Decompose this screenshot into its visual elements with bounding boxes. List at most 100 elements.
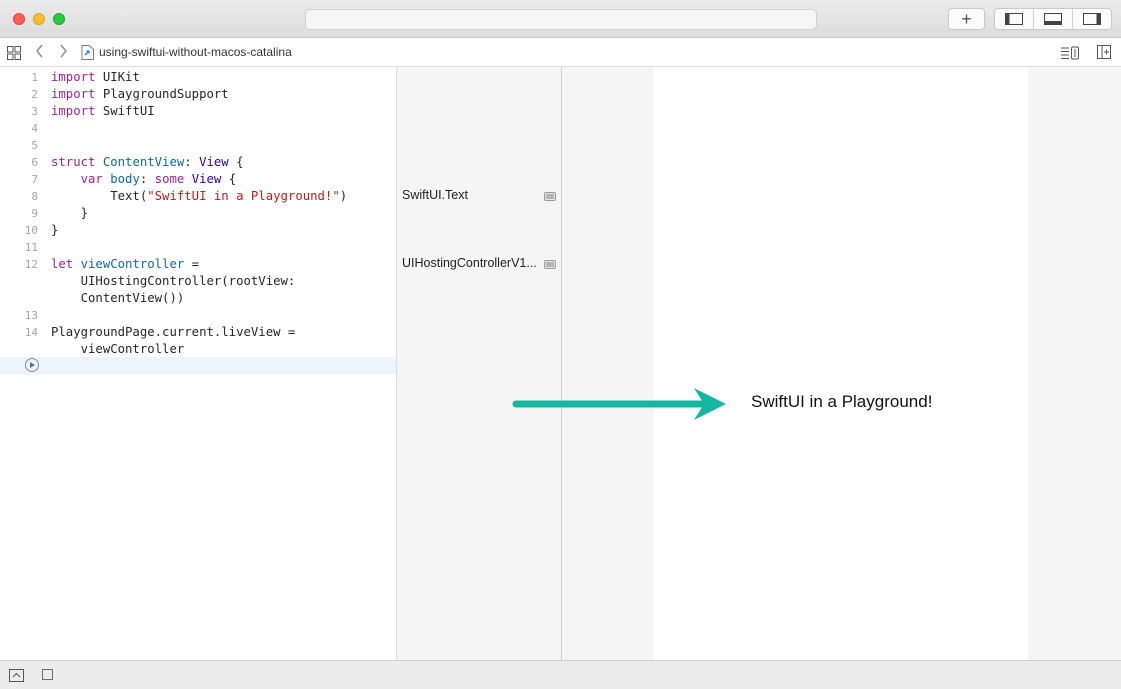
code-line[interactable]: ContentView()) (0, 290, 396, 307)
minimize-window-button[interactable] (33, 13, 45, 25)
code-text: var body: some View { (51, 171, 237, 188)
code-line[interactable]: 7 var body: some View { (0, 171, 396, 188)
code-line[interactable]: 6 struct ContentView: View { (0, 154, 396, 171)
code-text: let viewController = (51, 256, 199, 273)
code-line[interactable]: UIHostingController(rootView: (0, 273, 396, 290)
code-token: import (51, 70, 96, 84)
bottom-panel-icon (1044, 13, 1062, 25)
code-token: PlaygroundSupport (95, 87, 229, 101)
add-library-button[interactable]: + (948, 8, 985, 30)
code-token: UIHostingController(rootView: (51, 274, 296, 288)
code-token: let (51, 257, 74, 271)
code-line[interactable]: 10} (0, 222, 396, 239)
code-text: } (51, 222, 58, 239)
run-playground-icon[interactable] (25, 358, 39, 372)
code-line[interactable]: viewController (0, 341, 396, 358)
code-text: viewController (51, 341, 185, 358)
live-view (654, 67, 1028, 660)
line-number: 13 (24, 309, 38, 322)
arrow-right-icon (512, 388, 726, 420)
code-line[interactable]: 1 import UIKit (0, 69, 396, 86)
chevron-right-icon[interactable] (58, 43, 68, 59)
code-token: import (51, 104, 96, 118)
code-line[interactable]: 14 PlaygroundPage.current.liveView = (0, 324, 396, 341)
code-token: import (51, 87, 96, 101)
code-token: viewController (51, 342, 185, 356)
line-number: 14 (24, 326, 38, 339)
chevron-left-icon[interactable] (35, 43, 45, 59)
code-token: body (110, 172, 140, 186)
result-hosting-controller[interactable]: UIHostingControllerV1... (402, 256, 537, 270)
line-number: 9 (31, 207, 38, 220)
code-token: PlaygroundPage.current.liveView = (51, 325, 296, 339)
code-text: PlaygroundPage.current.liveView = (51, 324, 295, 341)
code-line[interactable]: 11 (0, 239, 396, 256)
results-sidebar: SwiftUI.Text UIHostingControllerV1... (396, 67, 561, 660)
code-text: import UIKit (51, 69, 140, 86)
line-number: 3 (31, 105, 38, 118)
code-token: Text( (51, 189, 148, 203)
code-text: Text("SwiftUI in a Playground!") (51, 188, 347, 205)
right-panel-icon (1083, 13, 1101, 25)
code-line[interactable]: 2 import PlaygroundSupport (0, 86, 396, 103)
panel-toggle-group (994, 8, 1112, 30)
toggle-debug-area-button[interactable] (1033, 9, 1072, 29)
related-items-grid-icon[interactable] (7, 46, 21, 60)
close-window-button[interactable] (13, 13, 25, 25)
code-token: = (184, 257, 200, 271)
code-line[interactable]: 5 (0, 137, 396, 154)
result-swiftui-text[interactable]: SwiftUI.Text (402, 188, 468, 202)
line-number: 12 (24, 258, 38, 271)
code-token: } (51, 223, 59, 237)
line-number: 2 (31, 88, 38, 101)
code-text: struct ContentView: View { (51, 154, 244, 171)
code-token: ContentView (102, 155, 185, 169)
code-line[interactable]: 3 import SwiftUI (0, 103, 396, 120)
code-line[interactable]: 12 let viewController = (0, 256, 396, 273)
activity-viewer (305, 9, 817, 30)
code-text: import PlaygroundSupport (51, 86, 229, 103)
left-panel-icon (1005, 13, 1023, 25)
code-token: ) (339, 189, 348, 203)
debug-bar (0, 660, 1121, 689)
line-number: 7 (31, 173, 38, 186)
stop-icon[interactable] (42, 669, 53, 680)
source-editor[interactable]: 1 import UIKit 2 import PlaygroundSupport 3 i… (0, 67, 396, 660)
code-line[interactable]: 13 (0, 307, 396, 324)
adjust-editor-options-icon[interactable] (1060, 46, 1080, 60)
code-line[interactable]: 9 } (0, 205, 396, 222)
add-editor-icon[interactable] (1097, 45, 1111, 59)
title-bar: + (0, 0, 1121, 38)
code-line[interactable]: 8 Text("SwiftUI in a Playground!") (0, 188, 396, 205)
code-token: : (184, 155, 200, 169)
quick-look-icon[interactable] (544, 260, 556, 269)
current-line-highlight (0, 357, 396, 374)
code-text: UIHostingController(rootView: (51, 273, 296, 290)
line-number: 8 (31, 190, 38, 203)
code-line[interactable]: 4 (0, 120, 396, 137)
code-token: View (199, 155, 229, 169)
toggle-navigator-button[interactable] (995, 9, 1033, 29)
plus-icon: + (961, 9, 972, 29)
code-token: { (228, 155, 244, 169)
breadcrumb-file-name[interactable]: using-swiftui-without-macos-catalina (99, 45, 292, 59)
code-token: UIKit (95, 70, 140, 84)
jump-bar: using-swiftui-without-macos-catalina (0, 38, 1121, 67)
code-token: struct (51, 155, 96, 169)
zoom-window-button[interactable] (53, 13, 65, 25)
code-text: ContentView()) (51, 290, 185, 307)
line-number: 5 (31, 139, 38, 152)
line-number: 1 (31, 71, 38, 84)
code-text: import SwiftUI (51, 103, 155, 120)
code-token: { (221, 172, 237, 186)
show-debug-area-icon[interactable] (9, 669, 24, 682)
line-number: 6 (31, 156, 38, 169)
code-text: } (51, 205, 88, 222)
quick-look-icon[interactable] (544, 192, 556, 201)
code-token: } (51, 206, 89, 220)
toggle-inspector-button[interactable] (1072, 9, 1111, 29)
